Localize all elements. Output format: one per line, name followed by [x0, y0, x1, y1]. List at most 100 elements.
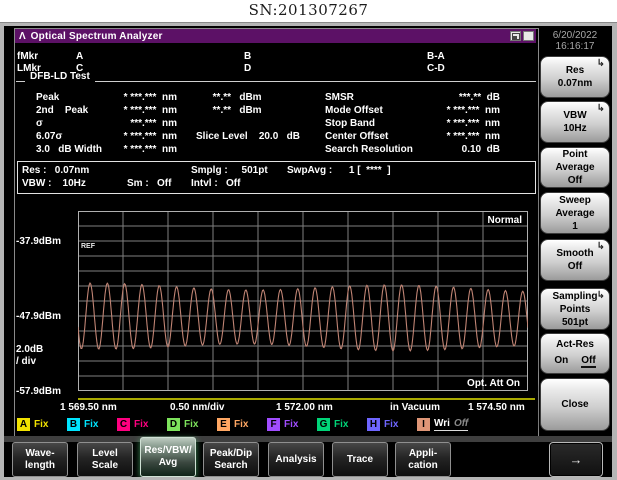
softkey-value: 0.07nm: [557, 78, 593, 89]
param-name: σ: [36, 118, 43, 129]
menu-more-button[interactable]: →: [549, 442, 603, 477]
trace-letter-badge: E: [217, 418, 230, 431]
trace-state-label: Wri: [434, 418, 450, 429]
status-vbw: VBW : 10Hz: [22, 178, 86, 189]
softkey-label: Smooth: [556, 248, 594, 259]
y-scale-value: 2.0dB: [16, 344, 44, 355]
menu-label: Appli-: [408, 447, 438, 459]
trace-a-button[interactable]: A Fix: [17, 418, 48, 431]
fmkr-label: fMkr: [17, 51, 39, 62]
softkey-label: Average: [555, 162, 595, 173]
menu-label: Level: [92, 447, 118, 459]
menu-wavelength[interactable]: Wave- length: [12, 442, 68, 477]
test-row: 3.0 dB Width * ***.*** nm Search Resolut…: [4, 144, 612, 156]
x-medium-label: in Vacuum: [390, 402, 441, 413]
param-name-right: Stop Band: [325, 118, 375, 129]
param-value-1: * ***.*** nm: [123, 144, 177, 155]
test-section-title: DFB-LD Test: [30, 71, 90, 82]
menu-label: Peak/Dip: [209, 447, 253, 459]
menu-analysis[interactable]: Analysis: [268, 442, 324, 477]
trace-i-button[interactable]: I Wri Off: [417, 418, 469, 431]
menu-label: Search: [214, 459, 248, 471]
param-value-2: **.** dBm: [196, 92, 262, 103]
maximize-icon: [512, 33, 520, 40]
softkey-sweep-average[interactable]: Sweep Average 1: [540, 192, 610, 234]
softkey-label: Res: [565, 65, 585, 76]
test-row: Peak * ***.*** nm **.** dBm SMSR ***.** …: [4, 92, 612, 104]
app-logo-icon: Λ: [19, 30, 26, 42]
menu-label: Analysis: [275, 453, 317, 465]
legend-rule-right: [94, 81, 536, 82]
softkey-close[interactable]: Close: [540, 378, 610, 431]
menu-trace[interactable]: Trace: [332, 442, 388, 477]
trace-letter-badge: F: [267, 418, 280, 431]
trace-state-label: Fix: [334, 419, 349, 430]
softkey-value: 10Hz: [563, 123, 587, 134]
softkey-value: Off: [567, 175, 583, 186]
window-title: Optical Spectrum Analyzer: [30, 30, 163, 42]
softkey-sampling-points[interactable]: ↳ Sampling Points 501pt: [540, 288, 610, 330]
softkey-label: Average: [555, 207, 595, 219]
trace-letter-badge: C: [117, 418, 130, 431]
menu-application[interactable]: Appli- cation: [395, 442, 451, 477]
param-value-1: ***.*** nm: [130, 118, 177, 129]
trace-f-button[interactable]: F Fix: [267, 418, 298, 431]
spectrum-chart: Normal REF Opt. Att On: [78, 211, 528, 391]
trace-state-label: Fix: [84, 419, 99, 430]
softkey-res[interactable]: ↳ Res 0.07nm: [540, 56, 610, 98]
status-smplg: Smplg : 501pt: [191, 165, 268, 176]
trace-e-button[interactable]: E Fix: [217, 418, 248, 431]
trace-g-button[interactable]: G Fix: [317, 418, 348, 431]
trace-letter-badge: B: [67, 418, 80, 431]
maximize-button[interactable]: [512, 31, 534, 41]
legend-rule-left: [16, 81, 25, 82]
y-label-bottom: -57.9dBm: [16, 386, 62, 397]
trace-b-button[interactable]: B Fix: [67, 418, 98, 431]
menu-label: Res/VBW/: [144, 445, 192, 456]
status-swpavg: SwpAvg : 1 [ **** ]: [287, 165, 391, 176]
act-res-on-option[interactable]: On: [554, 355, 568, 368]
menu-label: Scale: [91, 459, 119, 471]
test-row: σ ***.*** nm Stop Band * ***.*** nm: [4, 118, 612, 130]
trace-d-button[interactable]: D Fix: [167, 418, 198, 431]
y-label-mid: -47.9dBm: [16, 311, 62, 322]
trace-h-button[interactable]: H Fix: [367, 418, 398, 431]
test-row: 6.07σ * ***.*** nm Slice Level 20.0 dB C…: [4, 131, 612, 143]
submenu-arrow-icon: ↳: [596, 58, 605, 69]
act-res-toggle: On Off: [554, 355, 596, 368]
param-value-1: * ***.*** nm: [123, 131, 177, 142]
submenu-arrow-icon: ↳: [596, 290, 605, 301]
param-value-2: **.** dBm: [196, 105, 262, 116]
status-intvl: Intvl : Off: [191, 178, 241, 189]
menu-label: Wave-: [25, 447, 55, 459]
trace-c-button[interactable]: C Fix: [117, 418, 148, 431]
trace-state-label: Fix: [184, 419, 199, 430]
act-res-off-option[interactable]: Off: [581, 355, 596, 368]
spectrum-plot: [78, 211, 528, 391]
softkey-label: Sampling: [552, 290, 598, 302]
softkey-label: Sweep: [559, 194, 591, 206]
sweep-status-box: [17, 161, 536, 194]
instrument-bezel: Λ Optical Spectrum Analyzer 6/20/2022 16…: [0, 22, 617, 480]
submenu-arrow-icon: ↳: [596, 103, 605, 114]
softkey-smooth[interactable]: ↳ Smooth Off: [540, 239, 610, 281]
lmkr-d: D: [244, 63, 252, 74]
softkey-vbw[interactable]: ↳ VBW 10Hz: [540, 101, 610, 143]
param-value-right: * ***.*** nm: [446, 118, 500, 129]
date-text: 6/20/2022: [552, 30, 598, 41]
menu-level-scale[interactable]: Level Scale: [77, 442, 133, 477]
softkey-point-average[interactable]: Point Average Off: [540, 147, 610, 188]
param-value-right: * ***.*** nm: [446, 105, 500, 116]
menu-res-vbw-avg[interactable]: Res/VBW/ Avg: [140, 437, 196, 477]
softkey-label: VBW: [563, 110, 587, 121]
menu-peak-dip-search[interactable]: Peak/Dip Search: [203, 442, 259, 477]
trace-state-label: Fix: [34, 419, 49, 430]
instrument-screen: Λ Optical Spectrum Analyzer 6/20/2022 16…: [4, 26, 612, 477]
softkey-value: 501pt: [561, 316, 589, 328]
softkey-act-res[interactable]: Act-Res On Off: [540, 333, 610, 374]
window-titlebar[interactable]: Λ Optical Spectrum Analyzer: [15, 29, 536, 43]
param-value-right: ***.** dB: [458, 92, 500, 103]
param-value-right: 0.10 dB: [461, 144, 500, 155]
y-label-ref: -37.9dBm: [16, 236, 62, 247]
datetime-display: 6/20/2022 16:16:17: [540, 30, 610, 52]
